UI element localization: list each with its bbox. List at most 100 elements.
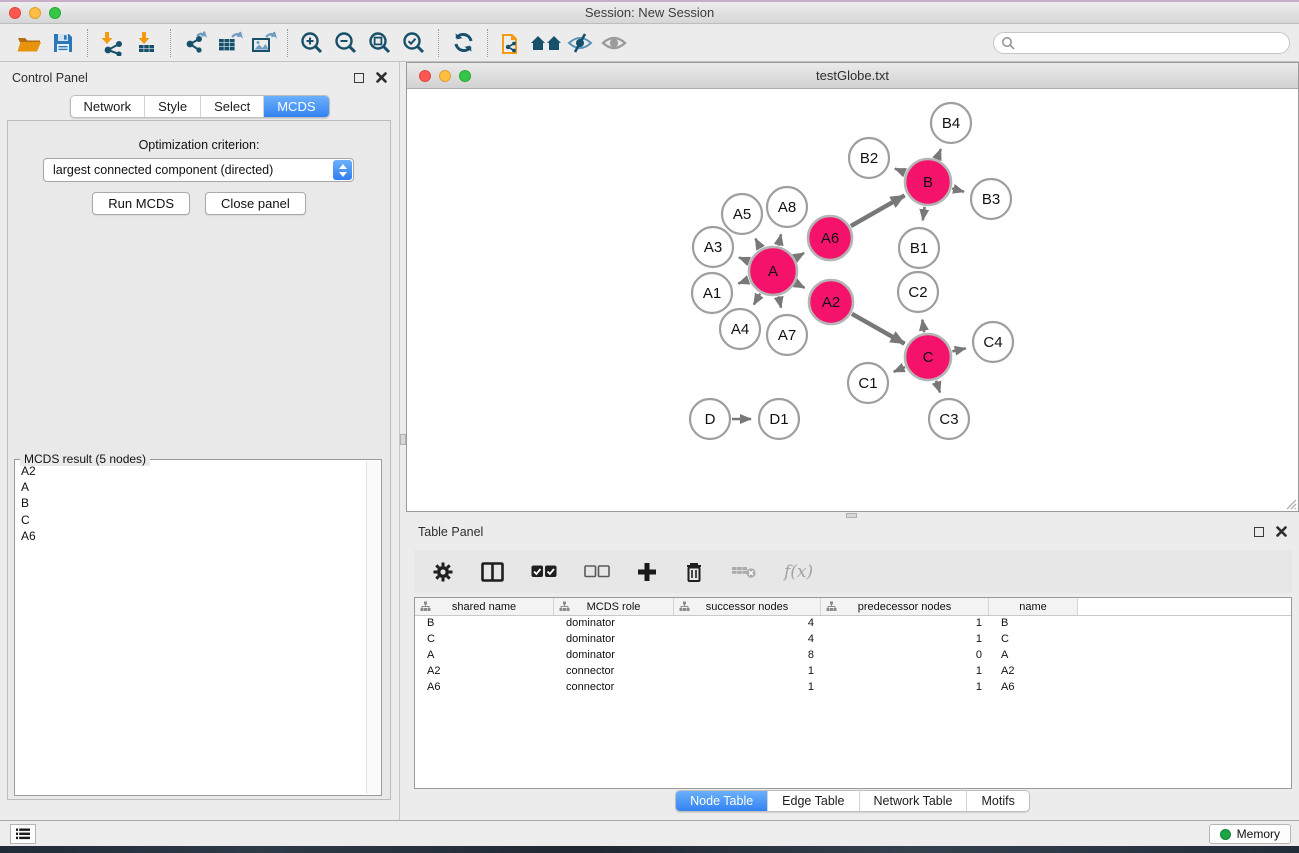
table-cell[interactable]: 1 (674, 680, 821, 696)
edge-B-B2[interactable] (895, 169, 905, 173)
edge-C-C4[interactable] (952, 348, 965, 351)
run-mcds-button[interactable]: Run MCDS (92, 192, 190, 215)
edge-A-A1[interactable] (738, 280, 748, 284)
table-cell[interactable]: 1 (821, 680, 989, 696)
vertical-split-divider[interactable] (399, 62, 406, 820)
table-cell[interactable]: connector (554, 664, 674, 680)
result-list-item[interactable]: A2 (17, 463, 365, 479)
tab-edge-table[interactable]: Edge Table (767, 791, 858, 811)
edge-B-B4[interactable] (937, 149, 941, 159)
horizontal-split-divider[interactable] (406, 512, 1299, 519)
result-list-scrollbar[interactable] (366, 461, 380, 794)
table-cell[interactable]: 1 (674, 664, 821, 680)
table-cell[interactable]: A2 (989, 664, 1078, 680)
mcds-result-list[interactable]: A2ABCA6 (17, 463, 365, 793)
edge-B-B1[interactable] (923, 207, 925, 220)
search-input[interactable] (1015, 34, 1289, 52)
edge-A-A5[interactable] (755, 239, 760, 249)
close-panel-icon[interactable] (376, 72, 387, 83)
column-header-successor-nodes[interactable]: successor nodes (674, 598, 821, 615)
table-cell[interactable]: A6 (989, 680, 1078, 696)
node-table[interactable]: shared nameMCDS rolesuccessor nodesprede… (414, 597, 1292, 789)
edge-C-C2[interactable] (922, 320, 924, 333)
table-cell[interactable]: B (415, 616, 554, 632)
home-view-button[interactable] (529, 27, 563, 59)
close-panel-icon[interactable] (1276, 526, 1287, 537)
memory-status-button[interactable]: Memory (1209, 824, 1291, 844)
table-cell[interactable]: 1 (821, 632, 989, 648)
tab-motifs[interactable]: Motifs (966, 791, 1028, 811)
table-cell[interactable]: 1 (821, 616, 989, 632)
tab-node-table[interactable]: Node Table (676, 791, 767, 811)
table-cell[interactable]: dominator (554, 632, 674, 648)
tab-style[interactable]: Style (144, 96, 200, 117)
result-list-item[interactable]: B (17, 495, 365, 511)
edge-A-A6[interactable] (796, 253, 805, 258)
table-cell[interactable]: 1 (821, 664, 989, 680)
network-canvas[interactable]: B4B2BB3A5A8A6B1A3AC2A1A2A4A7C4CC1C3DD1 (408, 90, 1298, 512)
column-header-MCDS-role[interactable]: MCDS role (554, 598, 674, 615)
float-panel-icon[interactable] (1254, 527, 1264, 537)
zoom-in-button[interactable] (295, 27, 329, 59)
table-settings-button[interactable] (432, 561, 454, 583)
save-session-button[interactable] (46, 27, 80, 59)
table-row[interactable]: Bdominator41B (415, 616, 1291, 632)
column-header-predecessor-nodes[interactable]: predecessor nodes (821, 598, 989, 615)
edge-A-A2[interactable] (796, 283, 805, 288)
import-table-button[interactable] (129, 27, 163, 59)
table-cell[interactable]: dominator (554, 616, 674, 632)
table-cell[interactable]: A2 (415, 664, 554, 680)
column-header-name[interactable]: name (989, 598, 1078, 615)
table-row[interactable]: Adominator80A (415, 648, 1291, 664)
edge-A-A4[interactable] (754, 294, 760, 305)
edge-C-C3[interactable] (936, 381, 940, 393)
task-history-button[interactable] (10, 824, 36, 844)
zoom-selected-button[interactable] (397, 27, 431, 59)
table-cell[interactable]: A (415, 648, 554, 664)
tab-network[interactable]: Network (70, 96, 144, 117)
table-cell[interactable]: B (989, 616, 1078, 632)
edge-A6-B[interactable] (851, 195, 905, 226)
table-row[interactable]: A6connector11A6 (415, 680, 1291, 696)
import-network-button[interactable] (95, 27, 129, 59)
edge-A-A3[interactable] (739, 257, 749, 261)
open-session-button[interactable] (12, 27, 46, 59)
result-list-item[interactable]: A (17, 479, 365, 495)
export-network-button[interactable] (178, 27, 212, 59)
delete-column-button[interactable] (684, 561, 704, 583)
float-panel-icon[interactable] (354, 73, 364, 83)
export-table-button[interactable] (212, 27, 246, 59)
add-column-button[interactable] (637, 562, 657, 582)
hide-graphics-details-button[interactable] (563, 27, 597, 59)
export-image-button[interactable] (246, 27, 280, 59)
table-cell[interactable]: connector (554, 680, 674, 696)
tab-mcds[interactable]: MCDS (263, 96, 328, 117)
table-cell[interactable]: A6 (415, 680, 554, 696)
show-graphics-details-button[interactable] (597, 27, 631, 59)
tab-network-table[interactable]: Network Table (859, 791, 967, 811)
optimization-criterion-select[interactable]: largest connected component (directed) (43, 158, 354, 182)
table-cell[interactable]: A (989, 648, 1078, 664)
table-row[interactable]: Cdominator41C (415, 632, 1291, 648)
close-panel-button[interactable]: Close panel (205, 192, 306, 215)
table-row[interactable]: A2connector11A2 (415, 664, 1291, 680)
edge-C-C1[interactable] (894, 367, 905, 372)
split-table-view-button[interactable] (481, 562, 504, 582)
edge-B-B3[interactable] (952, 189, 964, 192)
result-list-item[interactable]: A6 (17, 528, 365, 544)
table-cell[interactable]: C (989, 632, 1078, 648)
zoom-out-button[interactable] (329, 27, 363, 59)
table-cell[interactable]: 8 (674, 648, 821, 664)
zoom-fit-button[interactable] (363, 27, 397, 59)
refresh-view-button[interactable] (446, 27, 480, 59)
edge-A-A8[interactable] (779, 234, 781, 245)
table-cell[interactable]: 4 (674, 632, 821, 648)
table-cell[interactable]: 4 (674, 616, 821, 632)
toolbar-search[interactable] (993, 32, 1290, 54)
table-cell[interactable]: 0 (821, 648, 989, 664)
table-cell[interactable]: dominator (554, 648, 674, 664)
edge-A-A7[interactable] (779, 296, 781, 307)
select-all-rows-button[interactable] (531, 565, 557, 578)
divider-grip[interactable] (846, 513, 857, 518)
window-resize-grip[interactable] (1283, 496, 1297, 510)
